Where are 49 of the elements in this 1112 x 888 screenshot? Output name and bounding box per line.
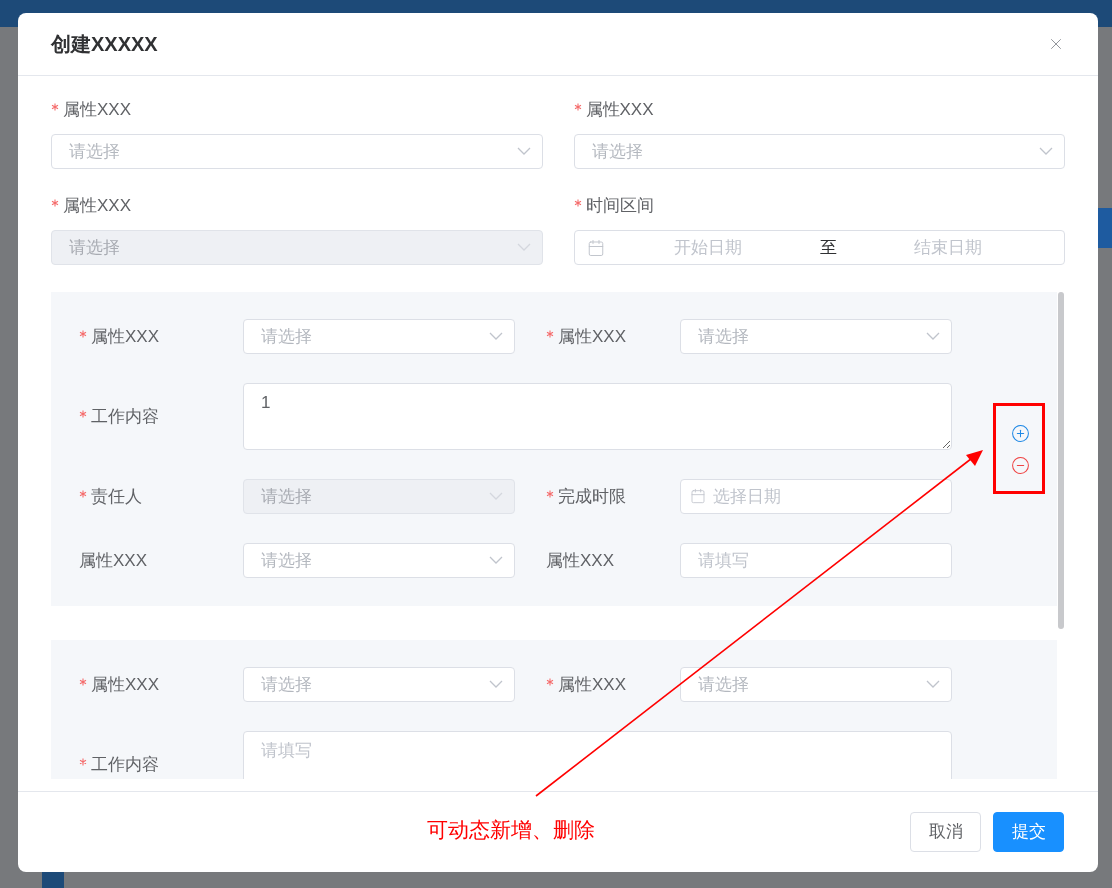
scrollbar-thumb[interactable]	[1058, 292, 1064, 629]
field-label: 属性XXX	[91, 325, 160, 348]
select-field[interactable]: 请选择	[243, 319, 515, 354]
text-input[interactable]: 请填写	[680, 543, 952, 578]
chevron-down-icon	[489, 332, 503, 340]
chevron-down-icon	[926, 680, 940, 688]
dialog-title: 创建XXXXX	[51, 32, 158, 57]
date-range-field[interactable]: 开始日期 至 结束日期	[573, 230, 1065, 265]
date-field[interactable]: 选择日期	[680, 479, 952, 514]
field-label: 工作内容	[91, 405, 159, 428]
range-separator: 至	[818, 236, 838, 259]
calendar-icon	[690, 488, 706, 504]
chevron-down-icon	[516, 147, 531, 155]
field-label: 属性XXX	[585, 99, 654, 122]
field-label: 属性XXX	[558, 325, 627, 348]
select-field[interactable]: 请选择	[243, 667, 515, 702]
select-field[interactable]: 请选择	[573, 134, 1065, 169]
field-label: 属性XXX	[558, 673, 627, 696]
chevron-down-icon	[489, 680, 503, 688]
field-label: 工作内容	[91, 753, 159, 776]
chevron-down-icon	[489, 492, 503, 500]
annotation-text: 可动态新增、删除	[427, 817, 595, 844]
field-label: 属性XXX	[546, 549, 615, 572]
chevron-down-icon	[516, 243, 531, 251]
start-date-input[interactable]: 开始日期	[604, 234, 812, 261]
add-row-button[interactable]	[1011, 424, 1030, 443]
field-label: 责任人	[91, 485, 142, 508]
cancel-button[interactable]: 取消	[910, 812, 981, 852]
minus-circle-icon	[1011, 456, 1030, 475]
text-area[interactable]: 1	[243, 383, 952, 450]
plus-circle-icon	[1011, 424, 1030, 443]
end-date-input[interactable]: 结束日期	[844, 234, 1052, 261]
field-label: 属性XXX	[63, 99, 132, 122]
select-field[interactable]: 请选择	[680, 667, 952, 702]
field-label: 属性XXX	[63, 195, 132, 218]
select-field[interactable]: 请选择	[243, 543, 515, 578]
select-field[interactable]: 请选择	[680, 319, 952, 354]
chevron-down-icon	[1039, 147, 1053, 155]
sidebar-strip	[42, 872, 64, 888]
calendar-icon	[586, 238, 605, 257]
text-area[interactable]: 请填写	[243, 731, 952, 779]
select-field[interactable]: 请选择	[51, 134, 543, 169]
field-label: 属性XXX	[79, 549, 148, 572]
field-label: 完成时限	[558, 485, 626, 508]
field-label: 属性XXX	[91, 673, 160, 696]
chevron-down-icon	[926, 332, 940, 340]
field-label: 时间区间	[585, 195, 654, 218]
remove-row-button[interactable]	[1011, 456, 1030, 475]
chevron-down-icon	[489, 556, 503, 564]
